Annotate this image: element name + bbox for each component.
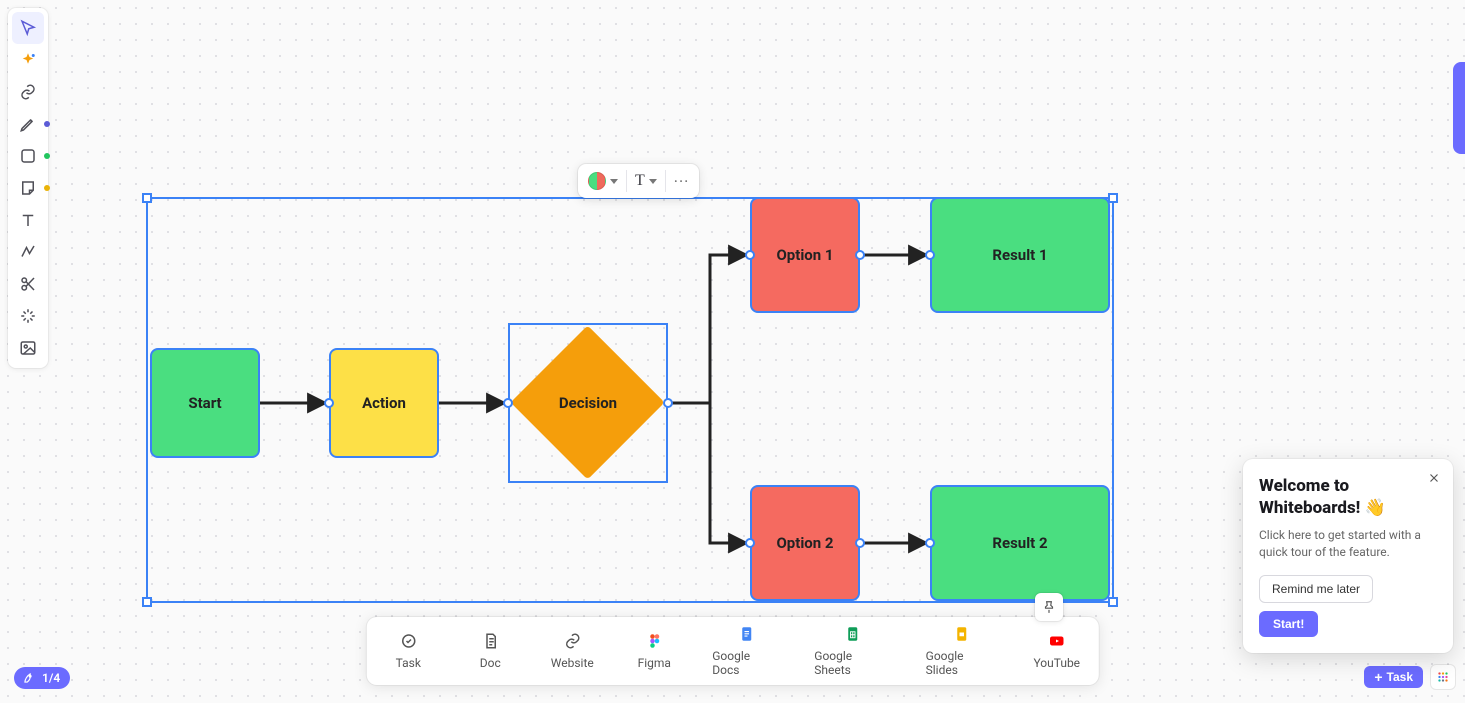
- connection-handle[interactable]: [925, 538, 935, 548]
- dock-label: Google Sheets: [814, 649, 891, 677]
- chevron-down-icon: [649, 179, 657, 184]
- cut-tool[interactable]: [12, 268, 44, 300]
- tour-popup: Welcome to Whiteboards! 👋 Click here to …: [1243, 459, 1453, 653]
- node-result1[interactable]: Result 1: [930, 197, 1110, 313]
- connection-handle[interactable]: [324, 398, 334, 408]
- youtube-icon: [1048, 632, 1066, 650]
- connection-handle[interactable]: [855, 250, 865, 260]
- task-icon: [399, 632, 417, 650]
- sticky-color-dot: [44, 185, 50, 191]
- connection-handle[interactable]: [925, 250, 935, 260]
- shape-color-dot: [44, 153, 50, 159]
- image-tool[interactable]: [12, 332, 44, 364]
- divider: [665, 170, 666, 192]
- text-icon: T: [635, 172, 645, 190]
- dock-label: Website: [551, 656, 594, 670]
- node-option1[interactable]: Option 1: [750, 197, 860, 313]
- dock-label: Google Docs: [712, 649, 780, 677]
- apps-grid-button[interactable]: [1431, 665, 1455, 689]
- tour-body: Click here to get started with a quick t…: [1259, 527, 1437, 561]
- add-task-button[interactable]: + Task: [1364, 666, 1423, 688]
- dock-label: Doc: [480, 656, 501, 670]
- fill-color-picker[interactable]: [588, 172, 618, 190]
- connection-handle[interactable]: [745, 250, 755, 260]
- sticky-tool[interactable]: [12, 172, 44, 204]
- sparkle-tool[interactable]: [12, 300, 44, 332]
- tour-start-button[interactable]: Start!: [1259, 611, 1318, 637]
- node-label: Result 2: [992, 534, 1047, 552]
- link-tool[interactable]: [12, 76, 44, 108]
- bottom-dock: Task Doc Website Figma Google Docs Googl…: [366, 617, 1099, 685]
- node-label: Start: [188, 394, 221, 412]
- connection-handle[interactable]: [503, 398, 513, 408]
- progress-badge[interactable]: 1/4: [14, 667, 70, 689]
- dock-label: Task: [396, 656, 421, 670]
- node-decision[interactable]: Decision: [508, 323, 668, 483]
- shape-tool[interactable]: [12, 140, 44, 172]
- bottom-right-group: + Task: [1364, 665, 1455, 689]
- text-style-picker[interactable]: T: [635, 172, 657, 190]
- task-btn-label: Task: [1387, 670, 1413, 684]
- node-result2[interactable]: Result 2: [930, 485, 1110, 601]
- node-option2[interactable]: Option 2: [750, 485, 860, 601]
- text-tool[interactable]: [12, 204, 44, 236]
- rocket-icon: [22, 671, 36, 685]
- figma-icon: [645, 632, 663, 650]
- dock-gsheets[interactable]: Google Sheets: [814, 625, 891, 677]
- node-action[interactable]: Action: [329, 348, 439, 458]
- node-label: Option 2: [776, 534, 833, 552]
- pen-color-dot: [44, 121, 50, 127]
- grid-icon: [1436, 670, 1450, 684]
- connector-tool[interactable]: [12, 236, 44, 268]
- connection-handle[interactable]: [663, 398, 673, 408]
- more-icon: ···: [674, 172, 690, 191]
- node-label: Decision: [510, 325, 666, 481]
- more-options[interactable]: ···: [674, 172, 690, 191]
- dock-gslides[interactable]: Google Slides: [926, 625, 999, 677]
- tour-remind-button[interactable]: Remind me later: [1259, 575, 1373, 603]
- dock-label: YouTube: [1033, 656, 1080, 670]
- dock-task[interactable]: Task: [384, 632, 432, 670]
- left-toolbar: [8, 8, 48, 368]
- close-tour-button[interactable]: [1425, 469, 1443, 487]
- link-icon: [563, 632, 581, 650]
- pen-tool[interactable]: [12, 108, 44, 140]
- pin-dock-button[interactable]: [1035, 593, 1063, 621]
- node-label: Result 1: [992, 246, 1047, 264]
- dock-gdocs[interactable]: Google Docs: [712, 625, 780, 677]
- dock-figma[interactable]: Figma: [630, 632, 678, 670]
- divider: [626, 170, 627, 192]
- node-label: Action: [362, 394, 406, 412]
- right-panel-tab[interactable]: [1453, 62, 1465, 154]
- dock-label: Google Slides: [926, 649, 999, 677]
- dock-doc[interactable]: Doc: [466, 632, 514, 670]
- connection-handle[interactable]: [745, 538, 755, 548]
- node-start[interactable]: Start: [150, 348, 260, 458]
- progress-count: 1/4: [42, 671, 60, 685]
- context-toolbar: T ···: [578, 164, 699, 198]
- select-tool[interactable]: [12, 12, 44, 44]
- connection-handle[interactable]: [855, 538, 865, 548]
- dock-label: Figma: [638, 656, 671, 670]
- doc-icon: [481, 632, 499, 650]
- node-label: Option 1: [776, 246, 833, 264]
- tour-title: Welcome to Whiteboards! 👋: [1259, 475, 1437, 519]
- ai-tool[interactable]: [12, 44, 44, 76]
- dock-website[interactable]: Website: [548, 632, 596, 670]
- close-icon: [1427, 471, 1441, 485]
- gslides-icon: [953, 625, 971, 643]
- chevron-down-icon: [610, 179, 618, 184]
- fill-swatch-icon: [588, 172, 606, 190]
- dock-youtube[interactable]: YouTube: [1033, 632, 1081, 670]
- plus-icon: +: [1374, 670, 1382, 684]
- gsheets-icon: [844, 625, 862, 643]
- gdocs-icon: [737, 625, 755, 643]
